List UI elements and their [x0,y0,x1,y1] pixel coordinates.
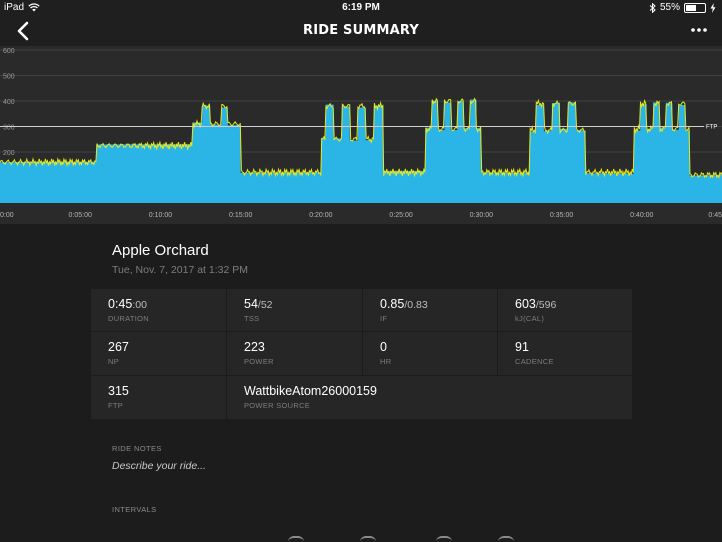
stat-duration: 0:45:00 DURATION [91,289,226,331]
more-options-button[interactable] [690,22,708,38]
stat-value: 315 [108,384,129,398]
stat-value: 603/596 [515,297,557,311]
battery-percent: 55% [659,2,680,13]
stat-label: POWER [244,357,274,366]
power-chart-svg: 600 500 400 300 200 FTP 0:00 0:05:00 0:10:00 0:15… [0,46,722,224]
x-tick-label: 0:25:00 [389,212,412,219]
stat-label: IF [380,314,388,323]
x-tick-label: 0:45 [708,212,722,219]
intervals-content-peek [436,536,452,542]
ellipsis-icon [691,28,707,32]
stat-label: DURATION [108,314,150,323]
y-tick-label: 300 [3,125,15,132]
stat-value: 0:45:00 [108,297,147,311]
stat-cadence: 91 CADENCE [498,332,632,375]
x-tick-label: 0:05:00 [69,212,92,219]
stat-value: 54/52 [244,297,273,311]
y-tick-label: 600 [3,48,15,55]
stat-value: 91 [515,340,529,354]
stat-label: HR [380,357,392,366]
status-bar: iPad 6:19 PM 55% [0,0,722,16]
ride-date: Tue, Nov. 7, 2017 at 1:32 PM [112,264,248,276]
stat-value: WattbikeAtom26000159 [244,384,377,398]
ride-notes-input[interactable] [112,460,512,472]
stat-value: 223 [244,340,265,354]
y-tick-label: 200 [3,150,15,157]
stat-ftp: 315 FTP [91,376,226,419]
intervals-content-peek [498,536,514,542]
intervals-content-peek [288,536,304,542]
ride-title: Apple Orchard [112,242,209,259]
stat-value: 0.85/0.83 [380,297,428,311]
x-tick-label: 0:30:00 [470,212,493,219]
y-tick-label: 500 [3,74,15,81]
x-tick-label: 0:00 [0,212,14,219]
x-tick-label: 0:35:00 [550,212,573,219]
stat-kj: 603/596 kJ(CAL) [498,289,632,331]
bluetooth-icon [649,2,656,13]
stat-power: 223 POWER [227,332,362,375]
x-tick-label: 0:20:00 [309,212,332,219]
x-tick-label: 0:40:00 [630,212,653,219]
x-tick-label: 0:10:00 [149,212,172,219]
power-chart[interactable]: 600 500 400 300 200 FTP 0:00 0:05:00 0:10:00 0:15… [0,46,722,224]
stat-np: 267 NP [91,332,226,375]
stat-tss: 54/52 TSS [227,289,362,331]
intervals-label: INTERVALS [112,505,157,514]
stat-label: FTP [108,401,124,410]
y-tick-label: 400 [3,99,15,106]
charging-icon [710,2,716,13]
stat-label: CADENCE [515,357,554,366]
status-time: 6:19 PM [342,2,380,13]
stat-hr: 0 HR [363,332,497,375]
stat-label: TSS [244,314,260,323]
stat-if: 0.85/0.83 IF [363,289,497,331]
stats-grid: 0:45:00 DURATION 54/52 TSS 0.85/0.83 IF … [91,289,632,419]
x-tick-label: 0:15:00 [229,212,252,219]
stat-label: kJ(CAL) [515,314,545,323]
ride-notes-label: RIDE NOTES [112,444,162,453]
intervals-content-peek [360,536,376,542]
stat-value: 0 [380,340,387,354]
stat-label: POWER SOURCE [244,401,311,410]
stat-label: NP [108,357,120,366]
stat-value: 267 [108,340,129,354]
nav-bar: RIDE SUMMARY [0,16,722,46]
battery-icon [684,2,706,13]
page-title: RIDE SUMMARY [302,23,419,38]
ftp-label: FTP [706,125,717,131]
stat-power-source: WattbikeAtom26000159 POWER SOURCE [227,376,632,419]
